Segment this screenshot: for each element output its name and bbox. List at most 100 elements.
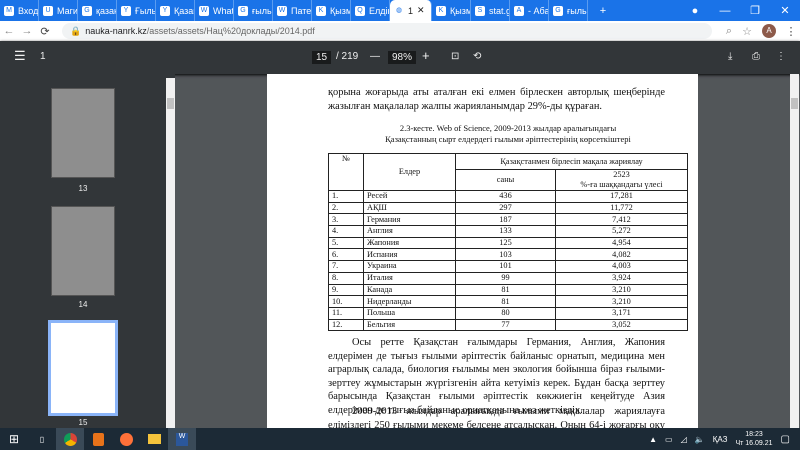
browser-tab[interactable]: W What xyxy=(195,0,234,21)
cell-country: Нидерланды xyxy=(363,295,456,308)
browser-tab[interactable]: U Магис xyxy=(39,0,78,21)
download-icon[interactable]: ⤓ xyxy=(728,51,732,62)
more-options-icon[interactable]: ⋮ xyxy=(776,51,786,62)
tray-chevron-icon[interactable]: ▲ xyxy=(649,435,657,444)
cell-country: Украина xyxy=(363,260,456,273)
forward-icon[interactable]: → xyxy=(18,25,36,37)
table-caption: 2.3-кесте. Web of Science, 2009-2013 жыл… xyxy=(328,123,688,145)
thumbnail-page-14[interactable] xyxy=(51,206,115,296)
cell-country: Жапония xyxy=(363,236,456,250)
cell-share: 3,171 xyxy=(555,306,688,320)
thumbnail-page-15[interactable] xyxy=(48,320,118,416)
restore-button[interactable]: ❐ xyxy=(740,4,770,17)
cell-country: АҚШ xyxy=(363,201,456,215)
cell-country: Испания xyxy=(363,248,456,262)
tab-favicon-icon: K xyxy=(436,5,446,16)
network-icon[interactable]: ◿ xyxy=(681,435,687,444)
url-domain: nauka-nanrk.kz xyxy=(85,26,147,36)
tab-title: Входя xyxy=(18,5,39,16)
tab-close-icon[interactable]: ✕ xyxy=(417,5,425,16)
tab-favicon-icon: W xyxy=(277,5,287,16)
table-row: 3. Германия 187 7,412 xyxy=(328,213,688,227)
browser-tab[interactable]: Gғылы xyxy=(549,0,588,21)
browser-tab[interactable]: Q Елдің xyxy=(351,0,390,21)
fit-page-icon[interactable]: ⊡ xyxy=(451,51,459,62)
browser-tab[interactable]: Y Ғылы xyxy=(117,0,156,21)
profile-avatar[interactable]: A xyxy=(762,24,776,38)
battery-icon[interactable]: ▭ xyxy=(665,435,673,444)
cell-count: 81 xyxy=(455,283,556,297)
cell-number: 4. xyxy=(328,225,364,238)
zoom-input[interactable]: 98% xyxy=(388,51,417,64)
table-row: 7. Украина 101 4,003 xyxy=(328,260,688,273)
lock-icon: 🔒 xyxy=(70,25,82,36)
cell-number: 8. xyxy=(328,271,364,285)
sidebar-menu-icon[interactable]: ☰ xyxy=(14,48,26,64)
minimize-button[interactable]: — xyxy=(710,5,740,17)
tab-search-icon[interactable]: ● xyxy=(680,5,710,17)
thumbnail-page-13[interactable] xyxy=(51,88,115,178)
bookmark-star-icon[interactable]: ☆ xyxy=(738,25,756,38)
volume-icon[interactable]: 🔈 xyxy=(695,435,705,444)
browser-tab[interactable]: W Патен xyxy=(273,0,312,21)
cell-number: 7. xyxy=(328,260,364,273)
main-scrollbar[interactable] xyxy=(790,74,799,428)
thumbnail-label: 13 xyxy=(78,184,88,193)
page-number-input[interactable]: 15 xyxy=(312,51,332,64)
cell-country: Германия xyxy=(363,213,456,227)
cell-number: 3. xyxy=(328,213,364,227)
back-icon[interactable]: ← xyxy=(0,25,18,37)
address-bar-row: ← → ⟳ 🔒 nauka-nanrk.kz/assets/assets/Нац%… xyxy=(0,21,800,41)
task-view-icon[interactable]: ▯ xyxy=(28,428,56,450)
clock[interactable]: 18:23 Чт 16.09.21 xyxy=(735,430,772,448)
cell-number: 11. xyxy=(328,306,364,320)
header-country: Елдер xyxy=(363,153,456,191)
cell-count: 103 xyxy=(455,248,556,262)
cell-count: 99 xyxy=(455,271,556,285)
browser-tab[interactable]: Sstat.g xyxy=(471,0,510,21)
browser-tab[interactable]: A - Аба xyxy=(510,0,549,21)
browser-tab[interactable]: Gқазақ xyxy=(78,0,117,21)
print-icon[interactable]: ⎙ xyxy=(752,51,760,62)
chrome-taskbar-icon[interactable] xyxy=(56,428,84,450)
browser-tab[interactable]: M Входя xyxy=(0,0,39,21)
zoom-in-button[interactable]: + xyxy=(422,48,430,63)
pdf-toolbar: ☰ 1 15 / 219 — 98% + ⊡ ⟲ ⤓ ⎙ ⋮ xyxy=(0,41,800,74)
cell-count: 80 xyxy=(455,306,556,320)
rotate-icon[interactable]: ⟲ xyxy=(473,51,481,62)
notifications-icon[interactable]: ▢ xyxy=(781,434,790,445)
tab-favicon-icon: U xyxy=(43,5,53,16)
sidebar-scrollbar[interactable] xyxy=(166,78,175,428)
menu-kebab-icon[interactable]: ⋮ xyxy=(782,25,800,38)
close-window-button[interactable]: ✕ xyxy=(770,4,800,17)
cell-share: 3,210 xyxy=(555,295,688,308)
tab-favicon-icon: S xyxy=(475,5,485,16)
firefox-taskbar-icon[interactable] xyxy=(112,428,140,450)
language-indicator[interactable]: ҚАЗ xyxy=(713,435,728,444)
file-explorer-taskbar-icon[interactable] xyxy=(140,428,168,450)
media-player-taskbar-icon[interactable] xyxy=(84,428,112,450)
browser-tab[interactable]: K Қызм xyxy=(432,0,471,21)
document-title: 1 xyxy=(40,51,46,62)
table-row: 6. Испания 103 4,082 xyxy=(328,248,688,262)
cell-number: 6. xyxy=(328,248,364,262)
windows-start-icon[interactable]: ⊞ xyxy=(0,428,28,450)
zoom-out-button[interactable]: — xyxy=(370,51,380,62)
cell-share: 4,003 xyxy=(555,260,688,273)
header-group: Қазақстанмен бірлесіп мақала жариялау xyxy=(455,153,688,170)
header-number: № xyxy=(328,153,364,191)
collaboration-table: № Елдер Қазақстанмен бірлесіп мақала жария… xyxy=(328,153,688,332)
browser-tab[interactable]: Y Қазақ xyxy=(156,0,195,21)
tab-favicon-icon: A xyxy=(514,5,524,16)
tab-title: ғылы xyxy=(252,5,273,16)
zoom-icon[interactable]: ⌕ xyxy=(720,25,738,38)
cell-count: 81 xyxy=(455,295,556,308)
reload-icon[interactable]: ⟳ xyxy=(36,25,54,38)
cell-number: 10. xyxy=(328,295,364,308)
new-tab-button[interactable]: + xyxy=(588,5,618,17)
browser-tab[interactable]: ◍ 1 ✕ xyxy=(390,0,432,21)
word-taskbar-icon[interactable]: W xyxy=(168,428,196,450)
url-input[interactable]: 🔒 nauka-nanrk.kz/assets/assets/Нац%20докл… xyxy=(62,23,712,39)
browser-tab[interactable]: K Қызм xyxy=(312,0,351,21)
browser-tab[interactable]: Gғылы xyxy=(234,0,273,21)
